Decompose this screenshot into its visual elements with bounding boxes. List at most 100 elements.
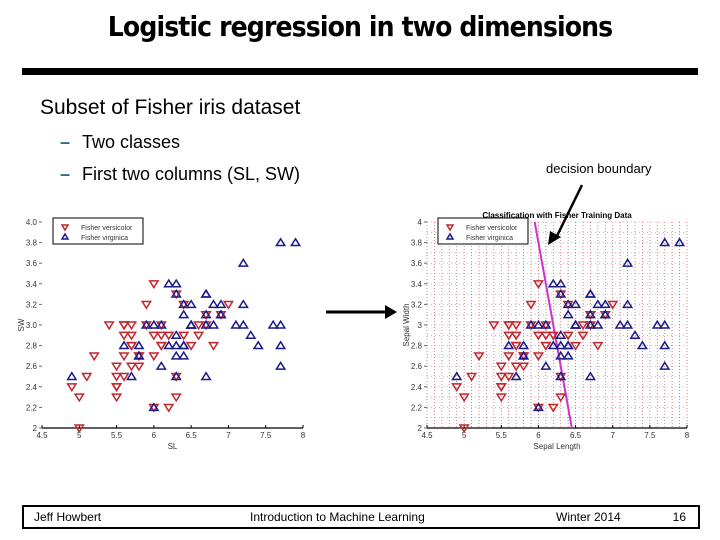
x-tick-label: 7.5 xyxy=(260,431,272,440)
footer-course: Introduction to Machine Learning xyxy=(250,510,425,524)
y-tick-label: 3 xyxy=(418,321,423,330)
versicolor-point xyxy=(81,372,93,382)
virginica-point xyxy=(230,319,242,329)
y-tick-label: 3.4 xyxy=(26,280,38,289)
x-tick-label: 7 xyxy=(226,431,231,440)
versicolor-point xyxy=(133,362,145,372)
y-tick-label: 3.4 xyxy=(411,280,423,289)
virginica-point xyxy=(170,340,182,350)
x-tick-label: 6 xyxy=(536,431,541,440)
versicolor-point xyxy=(510,321,522,331)
versicolor-point xyxy=(466,372,478,382)
versicolor-point xyxy=(207,341,220,351)
versicolor-point xyxy=(118,321,130,331)
versicolor-point xyxy=(495,393,507,403)
versicolor-point xyxy=(140,300,152,310)
legend-entry-label: Fisher virginica xyxy=(466,235,513,242)
virginica-point xyxy=(163,278,175,288)
y-tick-label: 3.8 xyxy=(411,239,423,248)
versicolor-point xyxy=(555,393,567,403)
versicolor-point xyxy=(532,352,544,362)
virginica-point xyxy=(252,340,264,350)
slide-footer: Jeff Howbert Introduction to Machine Lea… xyxy=(22,505,700,529)
versicolor-point xyxy=(532,280,544,289)
versicolor-point xyxy=(111,393,123,403)
scatter-plot-left: 4.5 5 5.5 6 6.5 7 7.5 822.22.42.62.83.03.23.43.… xyxy=(17,217,306,451)
versicolor-point xyxy=(148,280,160,289)
x-axis-label: SL xyxy=(168,442,178,451)
versicolor-point xyxy=(495,372,507,382)
x-tick-label: 7 xyxy=(610,431,615,440)
y-tick-label: 2.4 xyxy=(26,383,38,392)
virginica-point xyxy=(170,350,182,360)
virginica-point xyxy=(200,371,212,381)
x-tick-label: 8 xyxy=(301,431,306,440)
y-tick-label: 3.8 xyxy=(26,239,38,248)
versicolor-point xyxy=(103,321,115,331)
scatter-plot-right: 4.5 5 5.5 6 6.5 7 7.5 822.22.42.62.833.23.43.63… xyxy=(402,211,690,451)
virginica-point xyxy=(674,237,686,247)
y-tick-label: 3.2 xyxy=(26,300,38,309)
x-tick-label: 7.5 xyxy=(644,431,656,440)
virginica-point xyxy=(275,361,287,370)
virginica-point xyxy=(289,237,302,247)
charts-canvas: 4.5 5 5.5 6 6.5 7 7.5 822.22.42.62.83.03.23.43.… xyxy=(17,184,690,451)
virginica-point xyxy=(207,299,220,309)
y-tick-label: 3.0 xyxy=(26,321,38,330)
virginica-point xyxy=(237,319,249,329)
virginica-point xyxy=(245,330,257,339)
versicolor-point xyxy=(473,352,485,362)
y-tick-label: 2 xyxy=(418,424,423,433)
legend-entry-label: Fisher versicolor xyxy=(466,225,518,232)
versicolor-point xyxy=(111,362,123,372)
y-tick-label: 2 xyxy=(33,424,38,433)
versicolor-point xyxy=(163,403,175,413)
virginica-point xyxy=(659,237,671,247)
virginica-point xyxy=(170,278,182,288)
versicolor-point xyxy=(592,341,604,351)
legend-entry-label: Fisher versicolor xyxy=(81,225,133,232)
versicolor-point xyxy=(125,362,138,372)
y-axis-label: SW xyxy=(17,318,26,331)
versicolor-point xyxy=(170,393,182,403)
y-tick-label: 2.8 xyxy=(411,342,423,351)
x-axis-label: Sepal Length xyxy=(533,442,580,451)
x-tick-label: 4.5 xyxy=(36,431,48,440)
virginica-point xyxy=(178,309,190,319)
x-tick-label: 5.5 xyxy=(111,431,123,440)
versicolor-point xyxy=(73,393,85,403)
virginica-point xyxy=(622,258,634,267)
arrow-head xyxy=(385,305,397,319)
versicolor-point xyxy=(155,331,167,341)
virginica-point xyxy=(584,288,596,298)
versicolor-point xyxy=(111,383,123,392)
versicolor-point xyxy=(525,300,537,310)
y-tick-label: 2.4 xyxy=(411,383,423,392)
footer-term: Winter 2014 xyxy=(556,510,621,524)
y-tick-label: 3.6 xyxy=(26,259,38,268)
x-tick-label: 6.5 xyxy=(186,431,198,440)
y-tick-label: 4 xyxy=(418,218,423,227)
x-tick-label: 5.5 xyxy=(496,431,508,440)
versicolor-point xyxy=(503,352,515,362)
virginica-point xyxy=(629,330,641,339)
y-tick-label: 3.6 xyxy=(411,259,423,268)
versicolor-point xyxy=(148,352,160,362)
versicolor-point xyxy=(503,321,515,331)
versicolor-point xyxy=(88,352,100,362)
y-tick-label: 4.0 xyxy=(26,218,38,227)
virginica-point xyxy=(659,361,671,370)
versicolor-point xyxy=(118,331,130,341)
versicolor-point xyxy=(66,383,78,392)
virginica-point xyxy=(562,309,574,319)
versicolor-point xyxy=(488,321,500,331)
virginica-point xyxy=(178,350,190,360)
versicolor-point xyxy=(148,331,160,341)
virginica-point xyxy=(237,258,249,267)
versicolor-point xyxy=(125,331,138,341)
y-tick-label: 2.6 xyxy=(411,362,423,371)
footer-page-number: 16 xyxy=(672,510,686,524)
virginica-point xyxy=(275,237,287,247)
virginica-point xyxy=(275,319,287,329)
virginica-point xyxy=(155,361,167,370)
